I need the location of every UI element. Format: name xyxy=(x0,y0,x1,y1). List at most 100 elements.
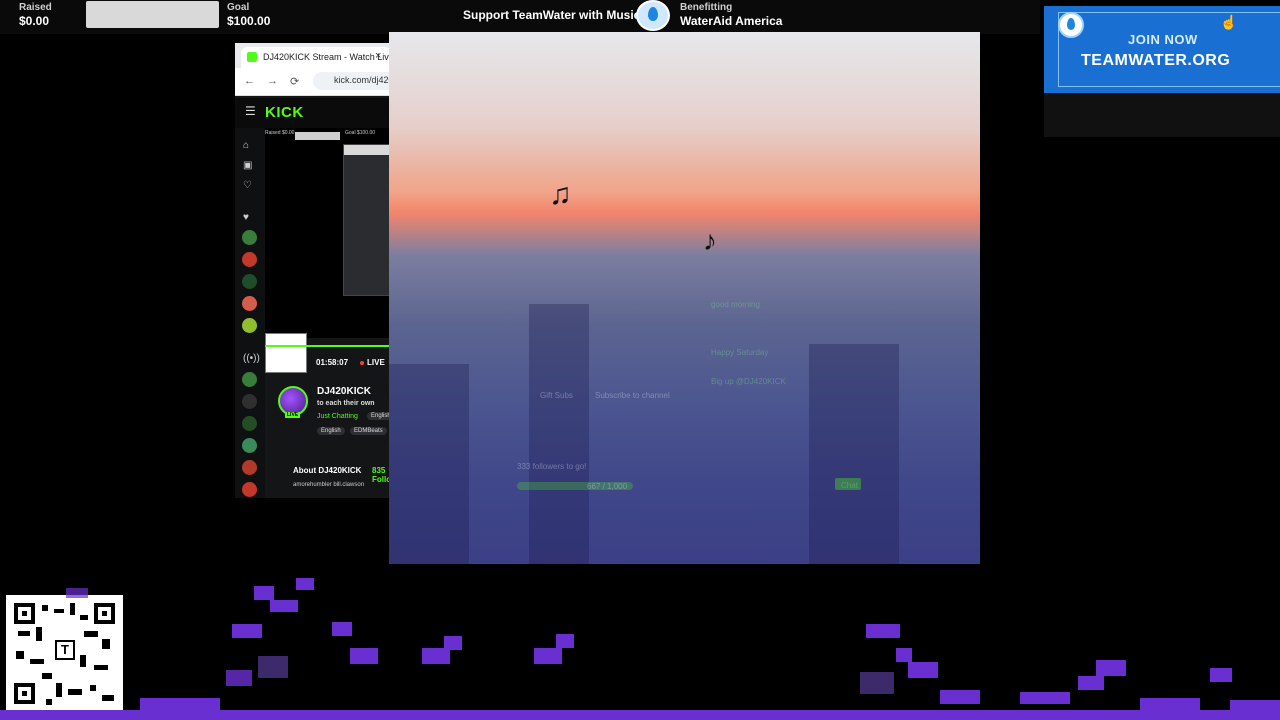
qr-module xyxy=(102,639,110,649)
following-icon[interactable]: ♡ xyxy=(243,180,252,191)
stream-preview[interactable]: Raised $0.00 Goal $100.00 xyxy=(265,128,390,338)
qr-module xyxy=(42,605,48,611)
fundraiser-bar: Raised $0.00 Goal $100.00 Support TeamWa… xyxy=(0,0,1040,34)
reload-icon[interactable]: ⟳ xyxy=(290,75,299,88)
benefit-stat: Benefitting WaterAid America xyxy=(680,2,782,30)
qr-module xyxy=(30,659,44,664)
sidebar-channel-avatar[interactable] xyxy=(242,416,257,431)
kick-logo[interactable]: KICK xyxy=(265,104,304,121)
raised-value: $0.00 xyxy=(19,14,50,28)
tab-title: DJ420KICK Stream - Watch Live xyxy=(263,52,390,62)
raised-label: Raised xyxy=(19,2,52,13)
music-note-icon: ♪ xyxy=(703,225,717,256)
goal-label: Goal xyxy=(227,2,250,13)
music-note-icon: ♫ xyxy=(549,178,572,211)
ghost-followers-goal: 333 followers to go! xyxy=(517,462,587,471)
qr-module xyxy=(80,655,86,667)
teamwater-logo-icon xyxy=(1058,12,1084,38)
favorites-heart-icon: ♥ xyxy=(243,212,249,223)
tag-pill[interactable]: EDMBeats xyxy=(350,427,387,435)
qr-module xyxy=(84,631,98,637)
city-silhouette xyxy=(389,364,469,564)
qr-finder xyxy=(14,603,35,624)
ghost-gift-subs: Gift Subs xyxy=(540,391,573,400)
stream-title: to each their own xyxy=(317,400,375,407)
sidebar-channel-avatar[interactable] xyxy=(242,438,257,453)
kick-favicon-icon xyxy=(247,52,257,62)
sidebar-channel-avatar[interactable] xyxy=(242,372,257,387)
visualizer-pixel xyxy=(866,624,900,638)
browse-icon[interactable]: ▣ xyxy=(243,160,252,171)
teamwater-banner[interactable]: ☝ JOIN NOW TEAMWATER.ORG xyxy=(1044,6,1280,93)
raised-stat: Raised $0.00 xyxy=(19,2,52,30)
ghost-channel-link: Subscribe to channel xyxy=(595,391,670,400)
forward-icon[interactable]: → xyxy=(267,75,278,87)
visualizer-pixel xyxy=(232,624,262,638)
visualizer-pixel xyxy=(296,578,314,590)
visualizer-pixel xyxy=(1096,660,1126,676)
banner-site-text: TEAMWATER.ORG xyxy=(1081,52,1231,69)
browser-tab[interactable]: DJ420KICK Stream - Watch Live × xyxy=(241,47,390,68)
visualizer-pixel xyxy=(1020,692,1070,704)
sidebar-channel-avatar[interactable] xyxy=(242,394,257,409)
visualizer-baseline xyxy=(0,710,1280,720)
visualizer-pixel xyxy=(350,648,378,664)
sidebar-channel-avatar[interactable] xyxy=(242,252,257,267)
sidebar-channel-avatar[interactable] xyxy=(242,460,257,475)
channel-name[interactable]: DJ420KICK xyxy=(317,386,371,397)
qr-module xyxy=(102,695,114,701)
qr-module xyxy=(18,631,30,636)
tab-close-icon[interactable]: × xyxy=(375,50,381,62)
url-field[interactable]: kick.com/dj420kick xyxy=(313,72,390,90)
water-drop-icon xyxy=(636,0,670,31)
sidebar-channel-avatar[interactable] xyxy=(242,296,257,311)
tag-pill[interactable]: English xyxy=(317,427,345,435)
sky-haze xyxy=(389,32,980,172)
qr-module xyxy=(16,651,24,659)
url-text: kick.com/dj420kick xyxy=(334,75,390,85)
visualizer-pixel xyxy=(1140,698,1200,710)
home-icon[interactable]: ⌂ xyxy=(243,140,249,151)
visualizer-pixel xyxy=(896,648,912,662)
city-silhouette xyxy=(529,304,589,564)
qr-module xyxy=(80,615,88,620)
live-indicator: LIVE xyxy=(360,358,385,367)
benefit-label: Benefitting xyxy=(680,2,733,13)
browser-address-bar: ← → ⟳ kick.com/dj420kick xyxy=(235,68,390,96)
ghost-follow-count: 667 / 1,000 xyxy=(587,482,628,491)
follower-count: 835 Followers xyxy=(372,466,390,484)
avatar-live-badge: LIVE xyxy=(285,412,301,418)
banner-backdrop xyxy=(1044,93,1280,137)
sidebar-channel-avatar[interactable] xyxy=(242,274,257,289)
qr-module xyxy=(54,609,64,613)
language-pill[interactable]: English xyxy=(367,412,390,420)
visualizer-pixel xyxy=(140,698,220,710)
qr-module xyxy=(46,699,52,705)
banner-frame xyxy=(1058,12,1280,87)
category-link[interactable]: Just Chatting xyxy=(317,413,358,420)
social-links[interactable]: amorehumbler bill.clawson xyxy=(293,482,364,488)
sidebar-channel-avatar[interactable] xyxy=(242,482,257,497)
nested-browser-thumbnail xyxy=(343,144,390,296)
sidebar-channel-avatar[interactable] xyxy=(242,230,257,245)
visualizer-pixel xyxy=(422,648,450,664)
qr-module xyxy=(68,689,82,695)
kick-header: ☰ KICK xyxy=(235,98,390,128)
visualizer-pixel xyxy=(254,586,274,600)
menu-icon[interactable]: ☰ xyxy=(245,104,256,118)
visualizer-pixel xyxy=(860,672,894,694)
visualizer-pixel xyxy=(1210,668,1232,682)
ghost-chat-line: Happy Saturday xyxy=(711,348,769,357)
fundraiser-progress-bar xyxy=(86,1,219,28)
visualizer-pixel xyxy=(444,636,462,650)
campaign-title: Support TeamWater with Music xyxy=(463,8,641,22)
benefit-value: WaterAid America xyxy=(680,14,783,28)
back-icon[interactable]: ← xyxy=(244,75,255,87)
sidebar-channel-avatar[interactable] xyxy=(242,318,257,333)
about-heading: About DJ420KICK xyxy=(293,466,362,475)
visualizer-pixel xyxy=(534,648,562,664)
visualizer-pixel xyxy=(1078,676,1104,690)
visualizer-pixel xyxy=(556,634,574,648)
visualizer-pixel xyxy=(940,690,980,704)
pointing-hand-icon: ☝ xyxy=(1220,14,1238,30)
